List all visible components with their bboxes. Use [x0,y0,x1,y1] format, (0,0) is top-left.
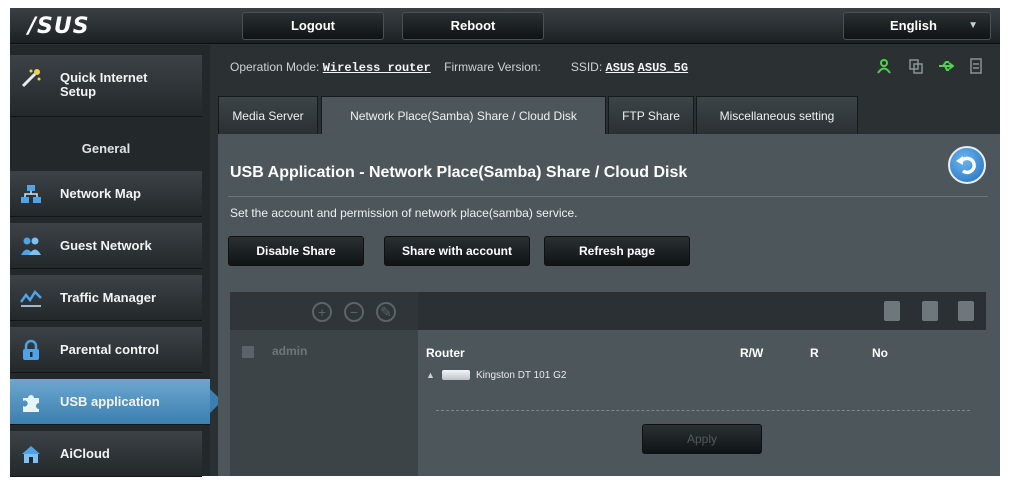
expand-icon[interactable]: ▲ [426,370,435,380]
column-header-r: R [810,346,819,360]
sidebar-item-label: Quick Internet Setup [60,70,148,99]
sidebar: Quick Internet Setup General Network Map… [10,45,222,477]
magic-wand-icon [21,69,41,88]
permission-table: Router R/W R No ▲ Kingston DT 101 G2 Appl… [418,330,986,476]
router-admin-window: /SUS Logout Reboot English ▼ Quick Inter… [10,8,1000,477]
status-line: Operation Mode: Wireless router Firmware… [230,60,688,75]
divider [228,196,988,197]
user-icon [242,345,254,358]
column-header-rw: R/W [740,346,764,360]
edit-account-icon[interactable]: ✎ [376,302,396,322]
logout-button[interactable]: Logout [242,12,384,40]
column-header-router: Router [426,346,465,360]
tab-ftp-share[interactable]: FTP Share [608,96,694,134]
column-header-no: No [872,346,888,360]
chevron-down-icon: ▼ [968,20,978,31]
sidebar-item-network-map[interactable]: Network Map [10,171,202,217]
sidebar-section-general: General [81,141,131,156]
sidebar-item-label: Network Map [60,186,141,201]
back-button[interactable] [948,146,986,184]
sidebar-item-parental-control[interactable]: Parental control [10,327,202,373]
operation-mode-link[interactable]: Wireless router [323,61,431,75]
lock-icon [23,339,39,360]
delete-folder-icon[interactable] [922,301,938,321]
traffic-manager-icon [20,290,42,307]
folder-toolbar [418,292,986,330]
sidebar-item-label: Guest Network [60,238,152,253]
sidebar-item-usb-application[interactable]: USB application [10,379,222,425]
operation-mode-label: Operation Mode: [230,60,320,74]
ssid-link-2g[interactable]: ASUS [606,61,635,75]
tab-miscellaneous-setting[interactable]: Miscellaneous setting [696,96,858,134]
firmware-version-label: Firmware Version: [444,60,541,74]
usb-disk-icon [442,370,470,381]
page-description: Set the account and permission of networ… [230,206,578,220]
add-account-icon[interactable]: + [312,302,332,322]
sidebar-item-aicloud[interactable]: AiCloud [10,431,202,477]
guest-network-icon [21,237,41,255]
language-label: English [890,18,937,33]
printer-icon[interactable] [968,58,984,74]
sidebar-item-label: USB application [60,394,160,409]
account-toolbar: + − ✎ [230,292,418,330]
content-panel: USB Application - Network Place(Samba) S… [218,134,1000,476]
sidebar-item-label: Traffic Manager [60,290,157,305]
language-select[interactable]: English ▼ [843,12,991,40]
apply-button[interactable]: Apply [642,424,762,454]
asus-logo: /SUS [28,14,90,39]
device-row[interactable]: ▲ Kingston DT 101 G2 [426,370,566,381]
account-list: admin [230,330,418,476]
top-bar: /SUS Logout Reboot English ▼ [10,8,1000,44]
disable-share-button[interactable]: Disable Share [228,236,364,266]
ssid-link-5g[interactable]: ASUS_5G [638,61,688,75]
back-arrow-icon [956,156,976,175]
cloud-house-icon [22,446,40,463]
account-row[interactable]: admin [242,344,307,358]
ssid-label: SSID: [570,60,603,74]
sidebar-item-label: Parental control [60,342,159,357]
tab-network-place-samba[interactable]: Network Place(Samba) Share / Cloud Disk [321,96,606,134]
reboot-button[interactable]: Reboot [402,12,544,40]
share-with-account-button[interactable]: Share with account [384,236,530,266]
dashed-separator [436,410,970,411]
page-title: USB Application - Network Place(Samba) S… [230,164,688,181]
user-icon[interactable] [876,58,892,74]
copy-icon[interactable] [908,58,924,74]
add-folder-icon[interactable] [884,301,900,321]
account-name: admin [272,344,308,358]
refresh-page-button[interactable]: Refresh page [544,236,690,266]
network-map-icon [21,185,41,203]
usb-icon[interactable] [938,58,954,74]
status-icons [876,58,996,78]
rename-folder-icon[interactable] [958,301,974,321]
sidebar-item-label: AiCloud [60,446,110,461]
device-name: Kingston DT 101 G2 [476,370,567,381]
remove-account-icon[interactable]: − [344,302,364,322]
puzzle-icon [23,395,39,412]
tab-media-server[interactable]: Media Server [218,96,318,134]
sidebar-item-traffic-manager[interactable]: Traffic Manager [10,275,202,321]
sidebar-item-quick-internet-setup[interactable]: Quick Internet Setup [10,55,202,117]
sidebar-item-guest-network[interactable]: Guest Network [10,223,202,269]
